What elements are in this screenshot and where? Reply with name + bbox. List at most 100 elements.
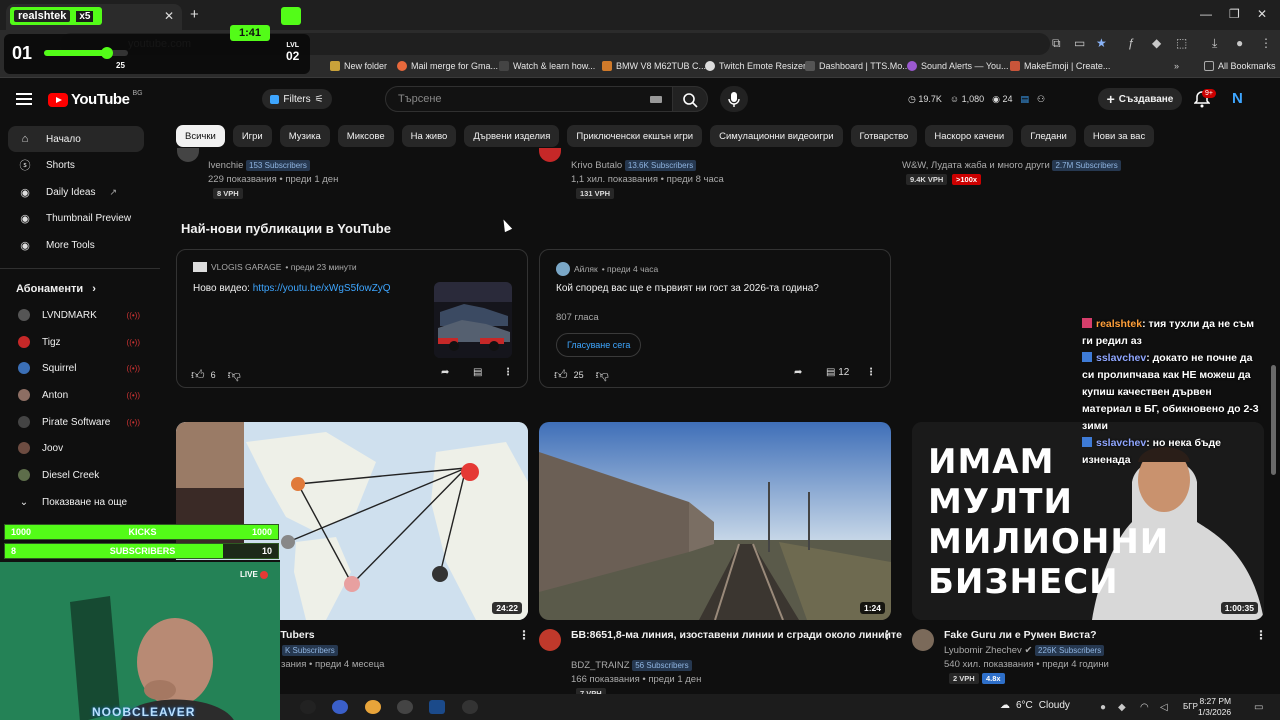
post-link[interactable]: https://youtu.be/xWgS5fowZyQ [253,283,391,294]
menu-dots-icon[interactable]: ⋮ [1260,36,1272,50]
keyboard-icon[interactable] [650,96,662,103]
all-bookmarks[interactable]: All Bookmarks [1204,61,1276,71]
search-input[interactable]: Търсене [385,86,673,112]
chip-cooking[interactable]: Готварство [850,125,918,147]
wifi-icon[interactable]: ◠ [1140,702,1149,713]
dislike-icon[interactable]: 👎︎ [228,367,241,383]
comments-button[interactable]: ▤ 12 [826,367,849,378]
more-actions-icon[interactable]: ⋮ [1255,628,1267,642]
bookmark-item[interactable]: Dashboard | TTS.Mo... [805,61,910,71]
chip-woodwork[interactable]: Дървени изделия [464,125,560,147]
comments-icon[interactable]: ▤ [473,367,482,378]
youtube-logo[interactable]: YouTube BG [48,90,143,108]
sidebar-item-home[interactable]: ⌂ Начало [8,126,144,152]
more-actions-icon[interactable]: ⋮ [866,367,876,378]
steam-icon[interactable] [429,700,445,714]
bookmarks-overflow-icon[interactable]: » [1174,61,1179,71]
volume-icon[interactable]: ◁ [1160,702,1168,713]
bookmark-item[interactable]: Sound Alerts — You... [907,61,1009,71]
sidebar-item-diesel-creek[interactable]: Diesel Creek [18,465,142,485]
extension-icon[interactable]: ◆ [1152,36,1161,50]
minimize-icon[interactable]: — [1200,7,1212,21]
avatar[interactable] [912,629,934,651]
sidebar-item-shorts[interactable]: ⓢ Shorts [8,152,144,178]
show-more-button[interactable]: ⌄ Показване на още [18,492,142,512]
chip-live[interactable]: На живо [401,125,457,147]
extension-icon[interactable]: ƒ [1128,36,1135,50]
chip-recently-uploaded[interactable]: Наскоро качени [925,125,1014,147]
bookmark-item[interactable]: Twitch Emote Resizer [705,61,806,71]
extension-icon[interactable]: ⚇ [1037,94,1045,105]
bookmark-item[interactable]: Mail merge for Gma... [397,61,498,71]
bookmark-item[interactable]: BMW V8 M62TUB C... [602,61,706,71]
sidebar-item-anton[interactable]: Anton ((•)) [18,385,142,405]
sidebar-item-joov[interactable]: Joov [18,438,142,458]
bookmark-star-icon[interactable]: ★ [1096,36,1107,50]
app-icon[interactable] [462,700,478,714]
voice-search-button[interactable] [720,86,748,112]
app-icon[interactable] [332,700,348,714]
chip-all[interactable]: Всички [176,125,225,147]
share-icon[interactable]: ➦ [441,367,449,378]
dislike-icon[interactable]: 👎︎ [596,367,609,383]
sidebar-item-more-tools[interactable]: ◉ More Tools [8,232,144,258]
filters-button[interactable]: Filters ⚟ [262,89,332,109]
app-icon[interactable] [300,700,316,714]
like-icon[interactable]: 👍︎ [191,367,205,383]
obs-icon[interactable] [397,700,413,714]
tray-icon[interactable]: ◆ [1118,702,1126,713]
notification-center-icon[interactable]: ▭ [1254,702,1263,713]
sidebar-item-thumbnail-preview[interactable]: ◉ Thumbnail Preview [8,205,144,231]
video-title[interactable]: БВ:8651,8-ма линия, изоставени линии и с… [571,629,902,641]
video-title[interactable]: Fake Guru ли е Румен Виста? [944,629,1097,641]
close-window-icon[interactable]: ✕ [1257,7,1267,21]
hamburger-menu-icon[interactable] [16,93,32,105]
system-clock[interactable]: 8:27 PM 1/3/2026 [1198,696,1231,718]
avatar[interactable] [539,148,561,162]
account-avatar[interactable]: N [1232,90,1243,107]
extensions-puzzle-icon[interactable]: ⬚ [1176,36,1187,50]
chip-games[interactable]: Игри [232,125,272,147]
bookmark-item[interactable]: New folder [330,61,387,71]
video-title[interactable]: uTubers [274,629,315,641]
input-language[interactable]: БГР [1183,702,1198,711]
download-icon[interactable]: ⤓ [1212,36,1217,51]
extension-icon[interactable]: ▤ [1021,94,1030,105]
chip-new-to-you[interactable]: Нови за вас [1083,125,1155,147]
avatar[interactable] [556,262,570,276]
page-scrollbar[interactable] [1271,365,1276,475]
mic-tray-icon[interactable]: ● [1100,702,1106,713]
chip-music[interactable]: Музика [279,125,330,147]
avatar[interactable] [177,148,199,162]
maximize-icon[interactable]: ❐ [1229,7,1240,21]
more-actions-icon[interactable]: ⋮ [881,628,893,642]
more-actions-icon[interactable]: ⋮ [518,628,530,642]
new-tab-icon[interactable]: + [190,6,199,23]
close-tab-icon[interactable]: ✕ [164,9,174,23]
chrome-icon[interactable] [365,700,381,714]
sidebar-item-daily-ideas[interactable]: ◉ Daily Ideas ↗ [8,179,144,205]
like-icon[interactable]: 👍︎ [554,367,568,383]
share-icon[interactable]: ➦ [794,367,802,378]
video-thumbnail[interactable]: 1:24 [539,422,891,620]
vote-now-button[interactable]: Гласуване сега [556,333,642,357]
weather-widget[interactable]: ☁ 6°C Cloudy [1000,700,1070,711]
sidebar-item-pirate-software[interactable]: Pirate Software ((•)) [18,412,142,432]
chip-action-adventure[interactable]: Приключенски екшън игри [567,125,703,147]
screenshot-icon[interactable]: ▭ [1074,36,1085,50]
bookmark-item[interactable]: Watch & learn how... [499,61,595,71]
chip-mixes[interactable]: Миксове [337,125,394,147]
sidebar-item-lvndmark[interactable]: LVNDMARK ((•)) [18,305,142,325]
avatar[interactable] [539,629,561,651]
translate-icon[interactable]: ⧉ [1052,36,1061,51]
chip-simulation[interactable]: Симулационни видеоигри [710,125,843,147]
subscriptions-heading[interactable]: Абонаменти › [16,283,96,295]
bookmark-item[interactable]: MakeEmoji | Create... [1010,61,1110,71]
channel-logo-icon[interactable] [193,262,207,272]
sidebar-item-tigz[interactable]: Tigz ((•)) [18,332,142,352]
more-actions-icon[interactable]: ⋮ [503,367,513,378]
post-image[interactable] [434,282,512,358]
profile-icon[interactable]: ● [1236,36,1243,50]
sidebar-item-squirrel[interactable]: Squirrel ((•)) [18,358,142,378]
chip-watched[interactable]: Гледани [1021,125,1076,147]
